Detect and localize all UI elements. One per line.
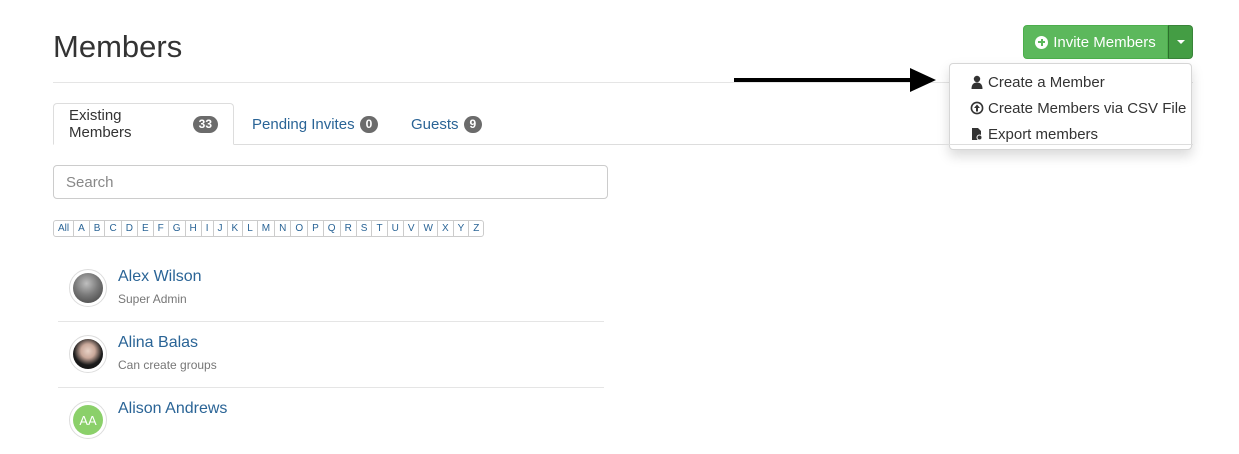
avatar[interactable] bbox=[69, 269, 107, 307]
plus-circle-icon bbox=[1035, 35, 1049, 49]
tab-pending-invites[interactable]: Pending Invites 0 bbox=[237, 103, 393, 145]
letter-filter-e[interactable]: E bbox=[138, 221, 154, 236]
member-role: Can create groups bbox=[118, 358, 217, 372]
avatar-photo bbox=[73, 339, 103, 369]
count-badge: 33 bbox=[192, 115, 218, 133]
alphabet-filter: All A B C D E F G H I J K L M N O P Q R … bbox=[53, 220, 485, 237]
letter-filter-h[interactable]: H bbox=[186, 221, 202, 236]
letter-filter-i[interactable]: I bbox=[202, 221, 214, 236]
member-name[interactable]: Alina Balas bbox=[118, 334, 198, 352]
member-row: Alina Balas Can create groups bbox=[58, 322, 604, 388]
member-name[interactable]: Alex Wilson bbox=[118, 268, 202, 286]
user-icon bbox=[971, 75, 983, 89]
member-row: Alex Wilson Super Admin bbox=[58, 256, 604, 322]
letter-filter-p[interactable]: P bbox=[308, 221, 324, 236]
letter-filter-a[interactable]: A bbox=[74, 221, 90, 236]
annotation-arrow bbox=[734, 78, 914, 82]
letter-filter-v[interactable]: V bbox=[404, 221, 420, 236]
count-badge: 0 bbox=[359, 115, 379, 133]
letter-filter-n[interactable]: N bbox=[275, 221, 292, 236]
letter-filter-j[interactable]: J bbox=[214, 221, 228, 236]
avatar-photo bbox=[73, 273, 103, 303]
tab-existing-members[interactable]: Existing Members 33 bbox=[53, 103, 234, 145]
tab-label: Pending Invites bbox=[252, 115, 355, 133]
menu-item-create-member[interactable]: Create a Member bbox=[950, 69, 1191, 95]
tab-label: Guests bbox=[411, 115, 459, 133]
member-role: Super Admin bbox=[118, 292, 187, 306]
letter-filter-g[interactable]: G bbox=[169, 221, 186, 236]
letter-filter-z[interactable]: Z bbox=[469, 221, 483, 236]
member-name[interactable]: Alison Andrews bbox=[118, 400, 227, 418]
annotation-arrow-head bbox=[910, 68, 936, 92]
caret-down-icon bbox=[1176, 40, 1185, 44]
tab-guests[interactable]: Guests 9 bbox=[396, 103, 497, 145]
invite-button-group: Invite Members bbox=[1023, 25, 1193, 59]
page-title: Members bbox=[53, 29, 183, 64]
menu-item-label: Create a Member bbox=[988, 73, 1105, 91]
invite-members-button[interactable]: Invite Members bbox=[1023, 25, 1168, 59]
letter-filter-x[interactable]: X bbox=[438, 221, 454, 236]
letter-filter-all[interactable]: All bbox=[54, 221, 75, 236]
tab-label: Existing Members bbox=[69, 107, 132, 141]
count-badge: 9 bbox=[463, 115, 483, 133]
letter-filter-k[interactable]: K bbox=[228, 221, 244, 236]
letter-filter-l[interactable]: L bbox=[243, 221, 258, 236]
letter-filter-f[interactable]: F bbox=[154, 221, 169, 236]
letter-filter-m[interactable]: M bbox=[258, 221, 276, 236]
letter-filter-b[interactable]: B bbox=[90, 221, 106, 236]
letter-filter-t[interactable]: T bbox=[372, 221, 388, 236]
letter-filter-o[interactable]: O bbox=[291, 221, 309, 236]
avatar[interactable]: AA bbox=[69, 401, 107, 439]
letter-filter-d[interactable]: D bbox=[122, 221, 138, 236]
search-input[interactable] bbox=[53, 165, 608, 199]
letter-filter-r[interactable]: R bbox=[341, 221, 357, 236]
avatar-initials: AA bbox=[73, 405, 103, 435]
letter-filter-s[interactable]: S bbox=[357, 221, 373, 236]
letter-filter-u[interactable]: U bbox=[388, 221, 404, 236]
letter-filter-c[interactable]: C bbox=[105, 221, 122, 236]
invite-dropdown-toggle[interactable] bbox=[1168, 25, 1193, 59]
letter-filter-q[interactable]: Q bbox=[324, 221, 341, 236]
invite-members-label: Invite Members bbox=[1053, 33, 1156, 51]
avatar[interactable] bbox=[69, 335, 107, 373]
member-row: AA Alison Andrews bbox=[58, 388, 604, 454]
letter-filter-w[interactable]: W bbox=[419, 221, 438, 236]
letter-filter-y[interactable]: Y bbox=[454, 221, 470, 236]
member-tabs: Existing Members 33 Pending Invites 0 Gu… bbox=[53, 103, 1193, 145]
